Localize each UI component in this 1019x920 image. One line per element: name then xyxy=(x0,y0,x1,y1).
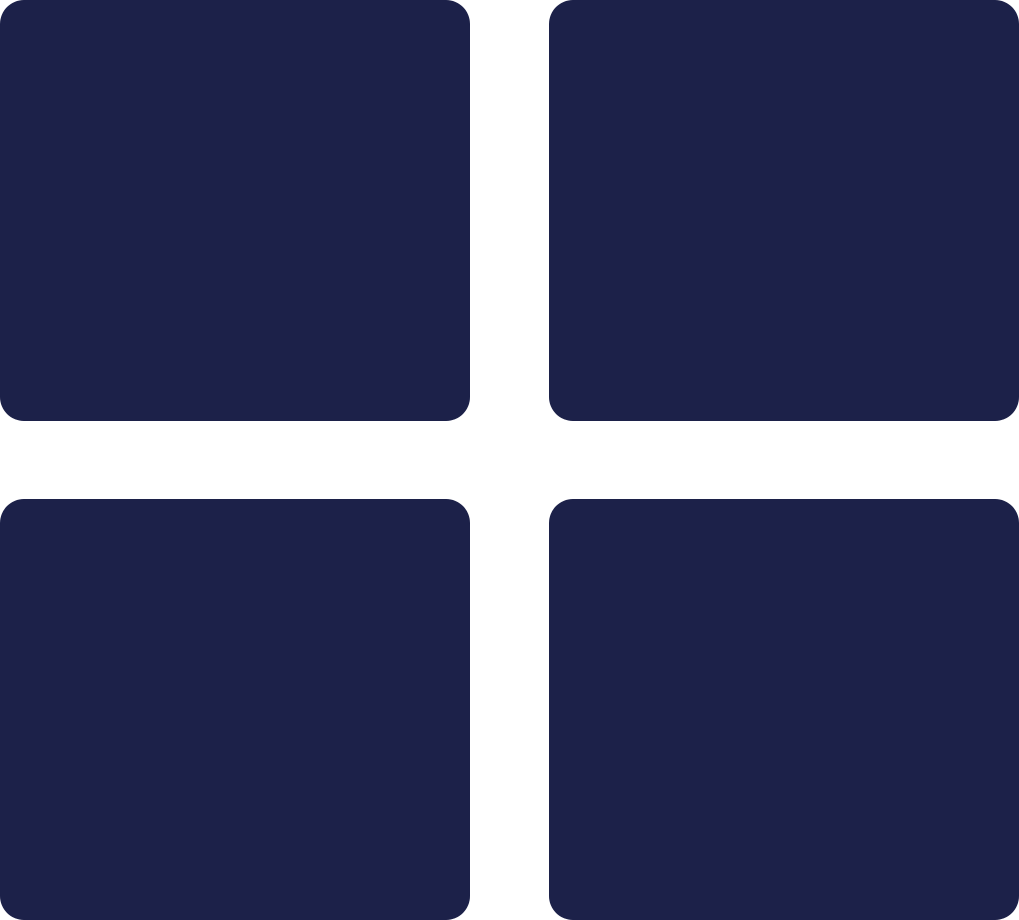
grid-tile-bottom-right xyxy=(549,499,1019,920)
grid-tile-top-right xyxy=(549,0,1019,421)
grid-view-icon xyxy=(0,0,1019,920)
grid-tile-top-left xyxy=(0,0,470,421)
grid-tile-bottom-left xyxy=(0,499,470,920)
